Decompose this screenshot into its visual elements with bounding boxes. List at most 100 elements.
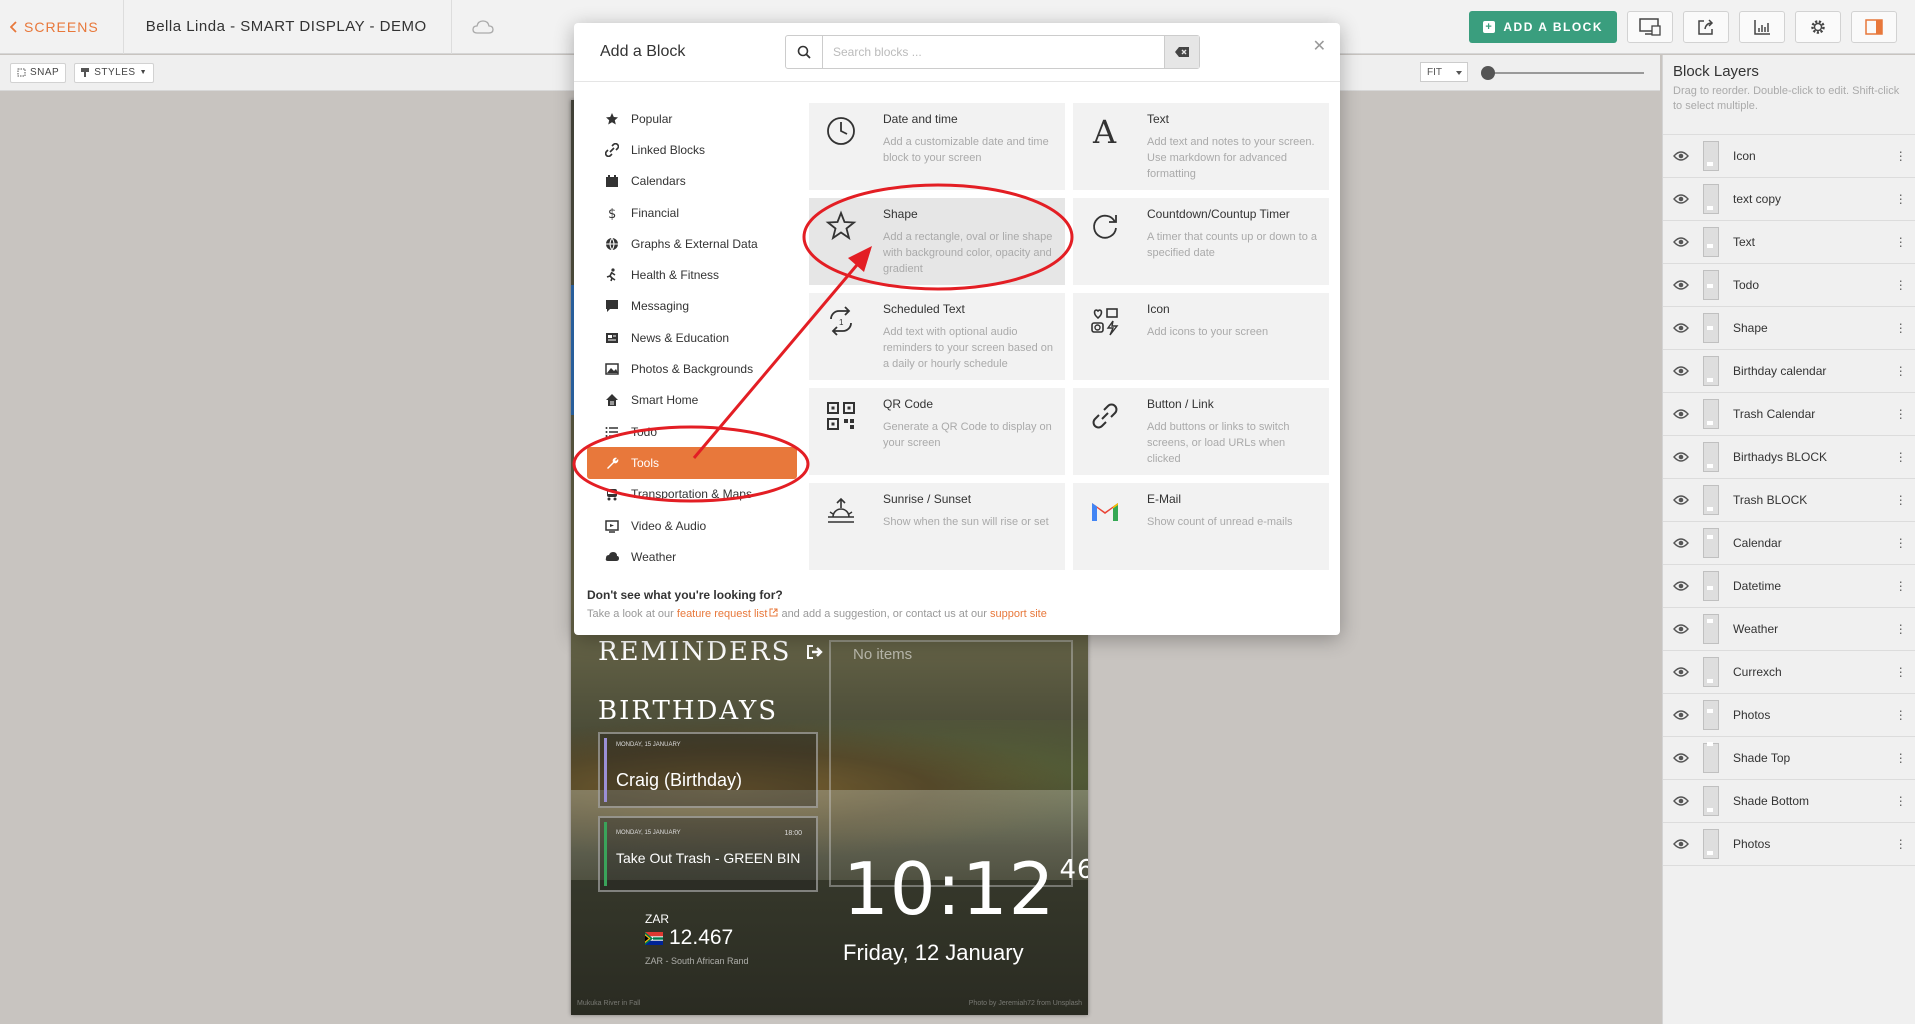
block-tile-qr-code[interactable]: QR Code Generate a QR Code to display on … xyxy=(809,388,1065,475)
currency-value: 12.467 xyxy=(669,926,734,949)
category-tools[interactable]: Tools xyxy=(587,447,797,479)
layer-row[interactable]: Text · · · xyxy=(1663,221,1915,264)
trash-event-card[interactable]: MONDAY, 15 JANUARY 18:00 Take Out Trash … xyxy=(598,816,818,892)
layer-row[interactable]: Photos · · · xyxy=(1663,823,1915,866)
settings-button[interactable] xyxy=(1795,11,1841,43)
block-tile-button-link[interactable]: Button / Link Add buttons or links to swi… xyxy=(1073,388,1329,475)
layer-row[interactable]: Trash BLOCK · · · xyxy=(1663,479,1915,522)
category-graphs-external-data[interactable]: Graphs & External Data xyxy=(587,228,797,259)
more-options-icon[interactable]: · · · xyxy=(1898,660,1903,682)
layer-row[interactable]: Shade Top · · · xyxy=(1663,737,1915,780)
eye-icon[interactable] xyxy=(1673,795,1689,807)
category-smart-home[interactable]: Smart Home xyxy=(587,385,797,416)
block-tile-icon[interactable]: Icon Add icons to your screen xyxy=(1073,293,1329,380)
eye-icon[interactable] xyxy=(1673,322,1689,334)
block-tile-date-and-time[interactable]: Date and time Add a customizable date and… xyxy=(809,103,1065,190)
zoom-slider-handle[interactable] xyxy=(1481,66,1495,80)
analytics-button[interactable] xyxy=(1739,11,1785,43)
category-todo[interactable]: Todo xyxy=(587,416,797,447)
block-tile-text[interactable]: A Text Add text and notes to your screen. … xyxy=(1073,103,1329,190)
more-options-icon[interactable]: · · · xyxy=(1898,187,1903,209)
zoom-fit-select[interactable]: FIT xyxy=(1420,62,1468,82)
clear-search-button[interactable] xyxy=(1164,36,1199,68)
layer-row[interactable]: Trash Calendar · · · xyxy=(1663,393,1915,436)
layer-row[interactable]: Calendar · · · xyxy=(1663,522,1915,565)
more-options-icon[interactable]: · · · xyxy=(1898,574,1903,596)
layer-row[interactable]: text copy · · · xyxy=(1663,178,1915,221)
toggle-panel-button[interactable] xyxy=(1851,11,1897,43)
snap-button[interactable]: SNAP xyxy=(10,62,67,83)
birthday-event-card[interactable]: MONDAY, 15 JANUARY Craig (Birthday) xyxy=(598,732,818,808)
more-options-icon[interactable]: · · · xyxy=(1898,488,1903,510)
close-icon[interactable]: ✕ xyxy=(1313,36,1326,56)
more-options-icon[interactable]: · · · xyxy=(1898,445,1903,467)
block-tile-shape[interactable]: Shape Add a rectangle, oval or line shape… xyxy=(809,198,1065,285)
eye-icon[interactable] xyxy=(1673,193,1689,205)
more-options-icon[interactable]: · · · xyxy=(1898,832,1903,854)
category-health-fitness[interactable]: Health & Fitness xyxy=(587,259,797,290)
preview-button[interactable] xyxy=(1627,11,1673,43)
eye-icon[interactable] xyxy=(1673,279,1689,291)
category-financial[interactable]: $ Financial xyxy=(587,197,797,228)
category-calendars[interactable]: Calendars xyxy=(587,166,797,197)
block-tile-sunrise-sunset[interactable]: Sunrise / Sunset Show when the sun will r… xyxy=(809,483,1065,570)
eye-icon[interactable] xyxy=(1673,365,1689,377)
eye-icon[interactable] xyxy=(1673,623,1689,635)
zoom-slider-track[interactable] xyxy=(1486,72,1644,74)
more-options-icon[interactable]: · · · xyxy=(1898,144,1903,166)
eye-icon[interactable] xyxy=(1673,150,1689,162)
more-options-icon[interactable]: · · · xyxy=(1898,531,1903,553)
eye-icon[interactable] xyxy=(1673,408,1689,420)
category-video-audio[interactable]: Video & Audio xyxy=(587,510,797,541)
layer-row[interactable]: Photos · · · xyxy=(1663,694,1915,737)
block-tile-countdown-countup-timer[interactable]: Countdown/Countup Timer A timer that coun… xyxy=(1073,198,1329,285)
support-site-link[interactable]: support site xyxy=(990,608,1047,620)
more-options-icon[interactable]: · · · xyxy=(1898,273,1903,295)
share-button[interactable] xyxy=(1683,11,1729,43)
eye-icon[interactable] xyxy=(1673,451,1689,463)
more-options-icon[interactable]: · · · xyxy=(1898,230,1903,252)
search-input[interactable] xyxy=(823,36,1164,68)
eye-icon[interactable] xyxy=(1673,838,1689,850)
eye-icon[interactable] xyxy=(1673,236,1689,248)
layer-row[interactable]: Datetime · · · xyxy=(1663,565,1915,608)
layer-row[interactable]: Icon · · · xyxy=(1663,135,1915,178)
more-options-icon[interactable]: · · · xyxy=(1898,402,1903,424)
layer-row[interactable]: Shade Bottom · · · xyxy=(1663,780,1915,823)
category-news-education[interactable]: News & Education xyxy=(587,322,797,353)
more-options-icon[interactable]: · · · xyxy=(1898,316,1903,338)
add-block-button[interactable]: + ADD A BLOCK xyxy=(1469,11,1617,43)
layer-row[interactable]: Currexch · · · xyxy=(1663,651,1915,694)
eye-icon[interactable] xyxy=(1673,752,1689,764)
screens-back-link[interactable]: SCREENS xyxy=(10,0,124,54)
category-popular[interactable]: Popular xyxy=(587,103,797,134)
more-options-icon[interactable]: · · · xyxy=(1898,746,1903,768)
layer-row[interactable]: Weather · · · xyxy=(1663,608,1915,651)
more-options-icon[interactable]: · · · xyxy=(1898,617,1903,639)
eye-icon[interactable] xyxy=(1673,666,1689,678)
block-tile-scheduled-text[interactable]: 1 Scheduled Text Add text with optional au… xyxy=(809,293,1065,380)
block-layers-panel: Block Layers Drag to reorder. Double-cli… xyxy=(1662,55,1915,1024)
layer-row[interactable]: Shape · · · xyxy=(1663,307,1915,350)
more-options-icon[interactable]: · · · xyxy=(1898,703,1903,725)
eye-icon[interactable] xyxy=(1673,580,1689,592)
eye-icon[interactable] xyxy=(1673,537,1689,549)
styles-button[interactable]: STYLES ▼ xyxy=(74,62,155,83)
category-weather[interactable]: Weather xyxy=(587,541,797,572)
footer-text-1: Take a look at our xyxy=(587,608,677,620)
block-tile-e-mail[interactable]: E-Mail Show count of unread e-mails xyxy=(1073,483,1329,570)
feature-request-link[interactable]: feature request list xyxy=(677,608,779,620)
more-options-icon[interactable]: · · · xyxy=(1898,789,1903,811)
eye-icon[interactable] xyxy=(1673,494,1689,506)
category-photos-backgrounds[interactable]: Photos & Backgrounds xyxy=(587,353,797,384)
category-messaging[interactable]: Messaging xyxy=(587,291,797,322)
block-tile-description: Add icons to your screen xyxy=(1147,326,1269,338)
eye-icon[interactable] xyxy=(1673,709,1689,721)
category-linked-blocks[interactable]: Linked Blocks xyxy=(587,134,797,165)
layer-row[interactable]: Todo · · · xyxy=(1663,264,1915,307)
layer-row[interactable]: Birthday calendar · · · xyxy=(1663,350,1915,393)
block-tile-description: Add a customizable date and time block t… xyxy=(883,136,1049,164)
category-transportation-maps[interactable]: Transportation & Maps xyxy=(587,479,797,510)
layer-row[interactable]: Birthadys BLOCK · · · xyxy=(1663,436,1915,479)
more-options-icon[interactable]: · · · xyxy=(1898,359,1903,381)
